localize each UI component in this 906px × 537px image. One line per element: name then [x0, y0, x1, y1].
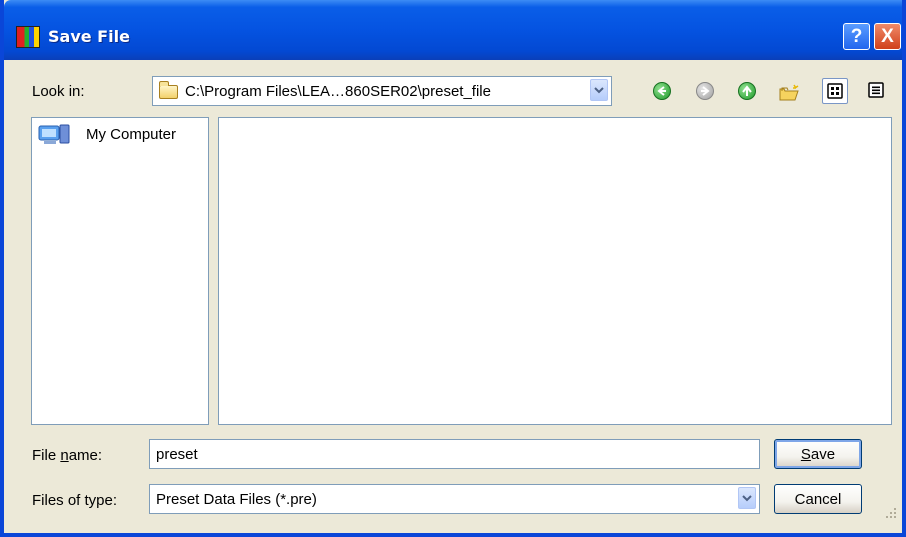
files-of-type-label: Files of type: [32, 492, 118, 509]
look-in-path: C:\Program Files\LEA…860SER02\preset_fil… [185, 83, 491, 100]
cancel-button[interactable]: Cancel [774, 484, 862, 514]
folder-icon [159, 81, 178, 99]
my-computer-icon [38, 122, 78, 146]
chevron-down-icon[interactable] [590, 79, 608, 101]
app-icon [16, 26, 40, 48]
my-computer-item[interactable]: My Computer [86, 126, 176, 143]
up-arrow-shape [742, 85, 752, 96]
save-accel-letter: S [800, 445, 811, 463]
window-title: Save File [48, 27, 130, 46]
chevron-down-icon-shape [742, 495, 752, 502]
new-folder-shape [779, 84, 799, 101]
file-name-label-suffix: ame: [68, 447, 103, 464]
save-button[interactable]: Save [774, 439, 862, 469]
resize-grip-shape [886, 508, 896, 518]
help-icon: ? [850, 26, 863, 47]
list-view-shape [827, 83, 843, 99]
close-button[interactable]: X [874, 23, 901, 50]
back-arrow-shape [657, 86, 666, 96]
file-name-label-prefix: File [32, 447, 61, 464]
file-name-input[interactable] [149, 439, 760, 469]
chevron-down-icon[interactable] [738, 487, 756, 509]
file-list[interactable] [218, 117, 892, 425]
places-panel[interactable]: My Computer [31, 117, 209, 425]
chevron-down-icon-shape [594, 87, 604, 94]
details-view-shape [868, 82, 884, 98]
resize-grip-icon[interactable] [884, 506, 898, 520]
close-icon: X [881, 26, 894, 47]
title-bar[interactable]: Save File ? X [4, 0, 902, 60]
file-name-label: File name: [32, 447, 102, 464]
new-folder-icon[interactable] [779, 84, 799, 101]
files-of-type-combo[interactable]: Preset Data Files (*.pre) [149, 484, 760, 514]
files-of-type-value: Preset Data Files (*.pre) [156, 491, 317, 508]
list-view-icon[interactable] [822, 78, 848, 104]
help-button[interactable]: ? [843, 23, 870, 50]
save-label-rest: ave [810, 445, 836, 463]
forward-arrow-shape [701, 86, 710, 96]
look-in-combo[interactable]: C:\Program Files\LEA…860SER02\preset_fil… [152, 76, 612, 106]
my-computer-shape [38, 124, 70, 144]
file-name-label-accel: n [60, 447, 69, 464]
up-folder-icon[interactable] [738, 82, 756, 100]
forward-arrow-icon[interactable] [696, 82, 714, 100]
details-view-icon[interactable] [864, 78, 890, 104]
look-in-label: Look in: [32, 83, 85, 100]
back-arrow-icon[interactable] [653, 82, 671, 100]
save-file-dialog: Save File ? X Look in: C:\Program Files\… [0, 0, 906, 537]
